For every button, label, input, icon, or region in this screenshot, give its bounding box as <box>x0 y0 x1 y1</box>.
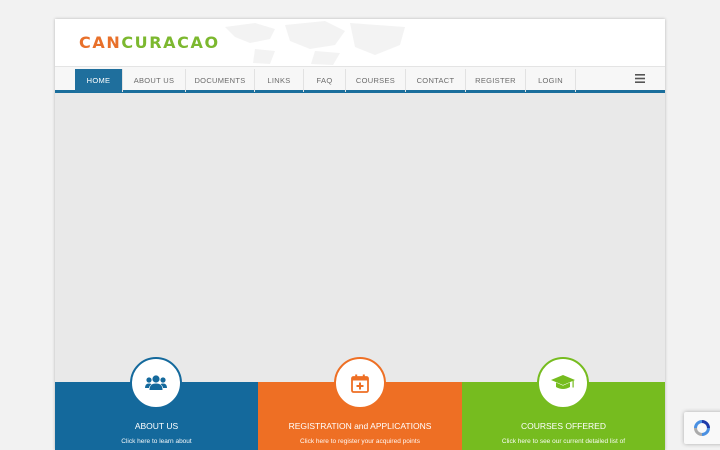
hero-slider-area <box>55 96 665 382</box>
hamburger-icon[interactable] <box>635 74 645 83</box>
site-logo[interactable]: CANCURACAO <box>79 33 220 52</box>
users-icon <box>145 375 167 390</box>
tile-description: Click here to learn about <box>121 438 192 445</box>
recaptcha-icon <box>694 420 710 436</box>
calendar-plus-icon <box>351 374 369 393</box>
nav-item-about-us[interactable]: ABOUT US <box>123 69 186 92</box>
nav-item-home[interactable]: HOME <box>75 69 123 92</box>
nav-item-documents[interactable]: DOCUMENTS <box>186 69 255 92</box>
courses-circle[interactable] <box>537 357 589 409</box>
nav-item-contact[interactable]: CONTACT <box>406 69 466 92</box>
about-us-circle[interactable] <box>130 357 182 409</box>
tile-title: COURSES OFFERED <box>520 421 606 431</box>
logo-part-can: CAN <box>79 33 122 52</box>
site-header: CANCURACAO <box>55 19 665 66</box>
graduation-cap-icon <box>551 375 575 389</box>
main-navigation: HOME ABOUT US DOCUMENTS LINKS FAQ COURSE… <box>55 66 665 93</box>
nav-items: HOME ABOUT US DOCUMENTS LINKS FAQ COURSE… <box>75 69 576 92</box>
tile-description: Click here to register your acquired poi… <box>300 438 420 445</box>
page-container: CANCURACAO HOME ABOUT US DOCUMENTS LINKS… <box>55 19 665 450</box>
nav-item-faq[interactable]: FAQ <box>304 69 346 92</box>
nav-item-links[interactable]: LINKS <box>255 69 304 92</box>
nav-item-register[interactable]: REGISTER <box>466 69 526 92</box>
nav-item-courses[interactable]: COURSES <box>346 69 406 92</box>
tile-title: ABOUT US <box>134 421 179 431</box>
tile-title: REGISTRATION and APPLICATIONS <box>288 421 432 431</box>
nav-item-login[interactable]: LOGIN <box>526 69 576 92</box>
recaptcha-badge[interactable] <box>684 412 720 444</box>
logo-part-curacao: CURACAO <box>121 33 220 52</box>
tile-description: Click here to see our current detailed l… <box>501 438 626 445</box>
world-map-decoration <box>225 21 405 65</box>
registration-circle[interactable] <box>334 357 386 409</box>
